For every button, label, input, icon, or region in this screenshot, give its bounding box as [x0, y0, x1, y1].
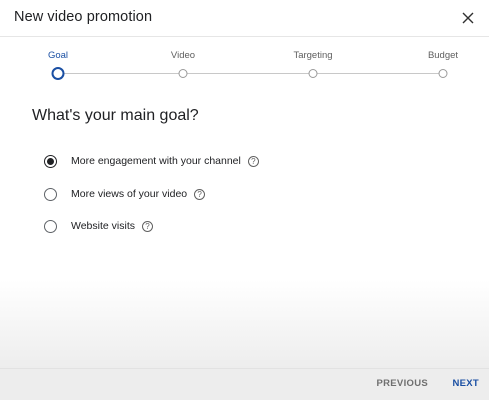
dialog-footer: PREVIOUS NEXT — [0, 368, 489, 400]
option-views[interactable]: More views of your video ? — [44, 184, 206, 204]
next-button[interactable]: NEXT — [452, 378, 479, 389]
step-video-label[interactable]: Video — [171, 50, 195, 61]
goal-question: What's your main goal? — [32, 107, 199, 124]
radio-engagement[interactable] — [44, 154, 57, 168]
radio-views[interactable] — [44, 187, 57, 201]
step-targeting-dot[interactable] — [308, 69, 318, 78]
option-website-visits[interactable]: Website visits ? — [44, 216, 153, 236]
step-goal-label[interactable]: Goal — [48, 50, 68, 61]
help-icon[interactable]: ? — [247, 155, 259, 167]
step-budget-dot[interactable] — [438, 69, 448, 78]
option-engagement-label[interactable]: More engagement with your channel — [71, 155, 241, 167]
help-icon[interactable]: ? — [194, 188, 206, 200]
option-website-visits-label[interactable]: Website visits — [71, 220, 135, 232]
previous-button[interactable]: PREVIOUS — [377, 378, 429, 389]
radio-website-visits[interactable] — [44, 219, 57, 233]
content-fade — [0, 280, 489, 368]
step-budget-label[interactable]: Budget — [428, 50, 458, 61]
step-video-dot[interactable] — [178, 69, 188, 78]
stepper-track — [58, 73, 443, 74]
step-goal-dot[interactable] — [51, 67, 65, 80]
step-targeting-label[interactable]: Targeting — [293, 50, 332, 61]
progress-stepper: Goal Video Targeting Budget — [0, 0, 489, 90]
option-engagement[interactable]: More engagement with your channel ? — [44, 151, 259, 171]
promotion-dialog: New video promotion Goal Video Targeting… — [0, 0, 489, 400]
help-icon[interactable]: ? — [142, 220, 153, 232]
option-views-label[interactable]: More views of your video — [71, 188, 187, 200]
